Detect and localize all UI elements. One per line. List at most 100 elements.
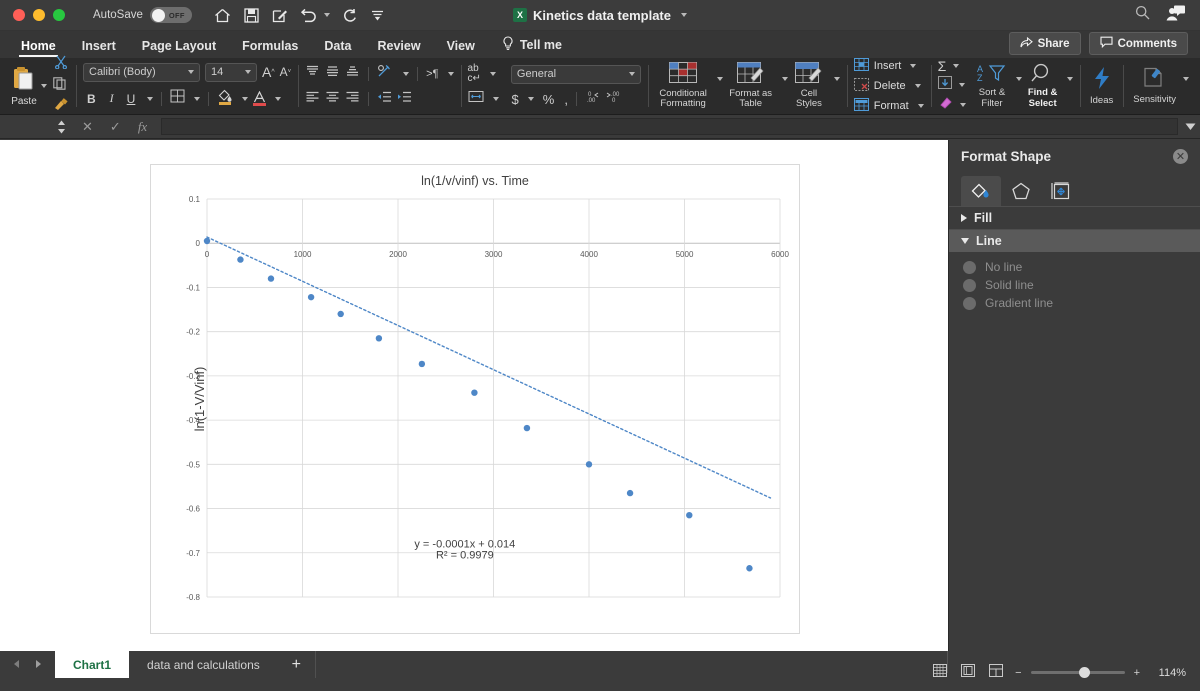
align-center-icon[interactable] <box>325 90 340 108</box>
formula-bar-expand-icon[interactable] <box>1180 123 1200 131</box>
italic-button[interactable]: I <box>105 91 119 106</box>
autosum-caret[interactable] <box>953 64 960 68</box>
merge-center-caret-icon[interactable] <box>492 97 499 101</box>
insert-cells-caret[interactable] <box>910 64 917 68</box>
edit-icon[interactable] <box>272 8 288 23</box>
percent-format-button[interactable]: % <box>543 92 555 107</box>
merge-caret-icon[interactable] <box>489 72 496 76</box>
align-bottom-icon[interactable] <box>345 65 360 83</box>
increase-font-size-icon[interactable]: A ^ <box>262 64 275 80</box>
align-top-icon[interactable] <box>305 65 320 83</box>
chart-plot[interactable]: 0.1 0 -0.1 -0.2 -0.3 -0.4 -0.5 -0.6 -0.7 -0.8 0 10… <box>151 165 801 635</box>
conditional-formatting-caret[interactable] <box>717 77 724 81</box>
bold-button[interactable]: B <box>83 92 100 106</box>
fill-section-header[interactable]: Fill <box>949 207 1200 229</box>
font-color-caret-icon[interactable] <box>275 96 282 101</box>
increase-decimal-icon[interactable]: 0.00 <box>585 90 601 108</box>
wrap-text-icon[interactable]: >¶ <box>426 68 438 80</box>
comma-format-button[interactable]: , <box>564 92 568 107</box>
share-button[interactable]: Share <box>1008 32 1081 55</box>
delete-cells-caret[interactable] <box>914 84 921 88</box>
chart-object[interactable]: ln(1/v/vinf) vs. Time ln(1-V/Vinf) 0.1 0-… <box>150 164 800 634</box>
find-select-caret[interactable] <box>1066 77 1073 81</box>
solid-line-radio[interactable]: Solid line <box>949 276 1200 294</box>
format-cells-button[interactable]: Format <box>853 97 924 115</box>
redo-icon[interactable] <box>343 8 358 23</box>
clear-icon[interactable] <box>938 96 953 114</box>
align-right-icon[interactable] <box>345 90 360 108</box>
cut-icon[interactable] <box>54 55 68 74</box>
sensitivity-button[interactable]: Sensitivity <box>1130 67 1179 105</box>
insert-function-icon[interactable]: fx <box>138 119 147 135</box>
undo-dropdown-caret[interactable] <box>323 13 330 17</box>
line-section-header[interactable]: Line <box>949 230 1200 252</box>
tab-page-layout[interactable]: Page Layout <box>131 36 227 58</box>
cell-styles-button[interactable]: Cell Styles <box>790 62 828 110</box>
decrease-font-size-icon[interactable]: A ˅ <box>280 65 292 79</box>
maximize-window-button[interactable] <box>53 9 65 21</box>
align-left-icon[interactable] <box>305 90 320 108</box>
find-select-button[interactable]: Find & Select <box>1022 63 1063 110</box>
zoom-slider-control[interactable]: − + <box>1015 667 1140 679</box>
wrap-text-caret-icon[interactable] <box>447 72 454 76</box>
chart-r-squared-label[interactable]: R² = 0.9979 <box>436 550 494 562</box>
align-middle-icon[interactable] <box>325 65 340 83</box>
document-title-caret-icon[interactable] <box>681 13 687 17</box>
chart-data-points[interactable] <box>203 237 753 572</box>
clear-caret[interactable] <box>959 103 966 107</box>
normal-view-icon[interactable] <box>933 663 948 682</box>
delete-cells-button[interactable]: Delete <box>853 77 924 95</box>
zoom-slider-track[interactable] <box>1030 667 1125 678</box>
sheet-tab-chart1[interactable]: Chart1 <box>55 651 130 678</box>
autosave-toggle[interactable]: OFF <box>149 7 192 23</box>
tab-insert[interactable]: Insert <box>71 36 127 58</box>
autosum-icon[interactable]: Σ <box>938 58 947 74</box>
tab-review[interactable]: Review <box>366 36 431 58</box>
account-icon[interactable] <box>1166 5 1186 26</box>
previous-sheet-icon[interactable] <box>12 659 22 671</box>
format-painter-icon[interactable] <box>53 98 69 117</box>
comments-button[interactable]: Comments <box>1088 32 1188 55</box>
chart-trendline[interactable] <box>206 236 772 499</box>
zoom-level-label[interactable]: 114% <box>1152 667 1186 679</box>
zoom-in-button[interactable]: + <box>1134 667 1140 679</box>
tab-view[interactable]: View <box>436 36 486 58</box>
orientation-caret-icon[interactable] <box>403 72 410 76</box>
sensitivity-caret[interactable] <box>1183 77 1189 81</box>
formula-input[interactable] <box>161 118 1178 135</box>
page-break-icon[interactable] <box>989 663 1004 682</box>
format-cells-caret[interactable] <box>917 104 924 108</box>
no-line-radio[interactable]: No line <box>949 258 1200 276</box>
currency-format-button[interactable]: $ <box>512 92 519 107</box>
home-icon[interactable] <box>214 8 231 23</box>
name-box[interactable] <box>0 115 55 138</box>
worksheet-canvas[interactable]: ln(1/v/vinf) vs. Time ln(1-V/Vinf) 0.1 0-… <box>0 140 948 651</box>
orientation-icon[interactable] <box>377 64 394 84</box>
font-color-icon[interactable] <box>253 91 267 106</box>
number-format-select[interactable]: General <box>510 64 641 84</box>
sheet-tab-data-and-calculations[interactable]: data and calculations <box>129 651 278 678</box>
sort-filter-button[interactable]: AZ Sort & Filter <box>972 63 1013 110</box>
paste-button[interactable]: Paste <box>11 66 37 107</box>
format-as-table-button[interactable]: Format as Table <box>725 62 776 110</box>
fill-down-icon[interactable] <box>937 76 952 94</box>
zoom-slider-knob[interactable] <box>1078 667 1090 678</box>
copy-icon[interactable] <box>53 77 69 95</box>
borders-icon[interactable] <box>170 89 185 108</box>
cell-styles-caret[interactable] <box>833 77 840 81</box>
decrease-decimal-icon[interactable]: .00 0 <box>606 90 622 108</box>
save-icon[interactable] <box>244 7 259 23</box>
merge-center-icon[interactable] <box>468 90 484 108</box>
fill-caret[interactable] <box>958 83 965 87</box>
conditional-formatting-button[interactable]: Conditional Formatting <box>655 62 711 110</box>
paste-dropdown-caret[interactable] <box>41 84 47 88</box>
insert-cells-button[interactable]: Insert <box>853 57 924 75</box>
underline-button[interactable]: U <box>124 92 139 106</box>
fill-color-icon[interactable] <box>217 88 233 110</box>
effects-tab[interactable] <box>1001 176 1041 206</box>
decrease-indent-icon[interactable] <box>377 90 392 108</box>
merge-cells-icon[interactable]: ab c↵ <box>468 64 481 84</box>
add-sheet-button[interactable]: + <box>278 651 316 678</box>
size-properties-tab[interactable] <box>1041 176 1081 206</box>
fill-color-caret-icon[interactable] <box>242 96 249 101</box>
